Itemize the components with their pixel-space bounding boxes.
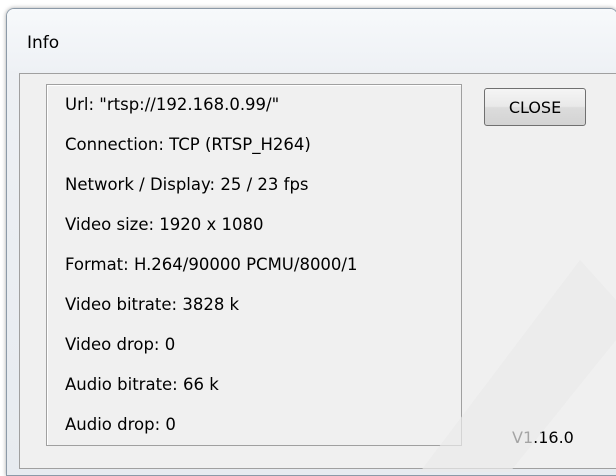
video-drop-text: Video drop: 0 [65,335,176,354]
network-display-text: Network / Display: 25 / 23 fps [65,175,309,194]
url-text: Url: "rtsp://192.168.0.99/" [65,95,280,114]
dialog-body: Url: "rtsp://192.168.0.99/" Connection: … [19,73,616,469]
close-button[interactable]: CLOSE [484,88,586,126]
video-size-text: Video size: 1920 x 1080 [65,215,264,234]
version-label: V1.16.0 [512,428,574,447]
info-panel: Url: "rtsp://192.168.0.99/" Connection: … [46,84,462,446]
audio-bitrate-text: Audio bitrate: 66 k [65,375,219,394]
window-title: Info [27,33,60,53]
format-text: Format: H.264/90000 PCMU/8000/1 [65,255,358,274]
audio-drop-text: Audio drop: 0 [65,415,176,434]
title-bar[interactable]: Info [7,9,616,71]
info-dialog: Info Url: "rtsp://192.168.0.99/" Connect… [6,8,616,476]
connection-text: Connection: TCP (RTSP_H264) [65,135,311,154]
video-bitrate-text: Video bitrate: 3828 k [65,295,240,314]
